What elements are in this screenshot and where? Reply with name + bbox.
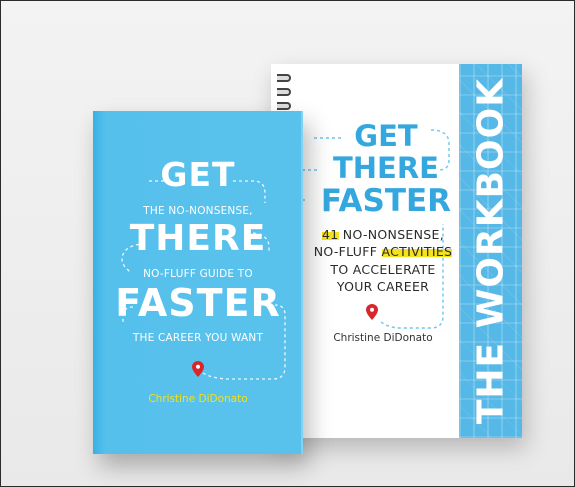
book-subtitle-line1: THE NO-NONSENSE, [143,205,253,217]
workbook-title-there: THERE [332,151,439,185]
workbook-subtitle-line2: NO-FLUFF ACTIVITIES [293,244,473,259]
book-title-there: THERE [129,218,267,259]
book-title-faster: FASTER [115,281,281,325]
workbook-spine-title: THE WORKBOOK [470,77,511,425]
workbook-subtitle-line3: TO ACCELERATE [330,262,436,277]
workbook-author: Christine DiDonato [333,332,433,344]
workbook-subtitle-line1: 41 NO-NONSENSE, [293,227,473,242]
highlight-activities: ACTIVITIES [381,244,453,259]
workbook-subtitle-line1-rest: NO-NONSENSE, [338,227,444,242]
workbook-subtitle-line4: YOUR CAREER [336,279,430,294]
book-author: Christine DiDonato [148,393,248,405]
map-pin-icon [192,361,204,377]
workbook-subtitle-line2-prefix: NO-FLUFF [313,244,382,259]
book-subtitle-line3: THE CAREER YOU WANT [132,332,264,344]
book-title-get: GET [160,155,236,194]
highlight-41: 41 [322,227,339,242]
book-cover: GET THE NO-NONSENSE, THERE NO-FLUFF GUID… [93,111,303,454]
map-pin-icon [366,304,378,320]
workbook-title-get: GET [354,119,418,153]
product-image-frame: GET THERE FASTER 41 NO-NONSENSE, NO-FLUF… [0,0,575,487]
workbook-title-faster: FASTER [320,183,452,219]
workbook-spine-panel: THE WORKBOOK [459,64,522,438]
book-subtitle-line2: NO-FLUFF GUIDE TO [143,268,253,280]
workbook-cover: GET THERE FASTER 41 NO-NONSENSE, NO-FLUF… [271,64,522,438]
